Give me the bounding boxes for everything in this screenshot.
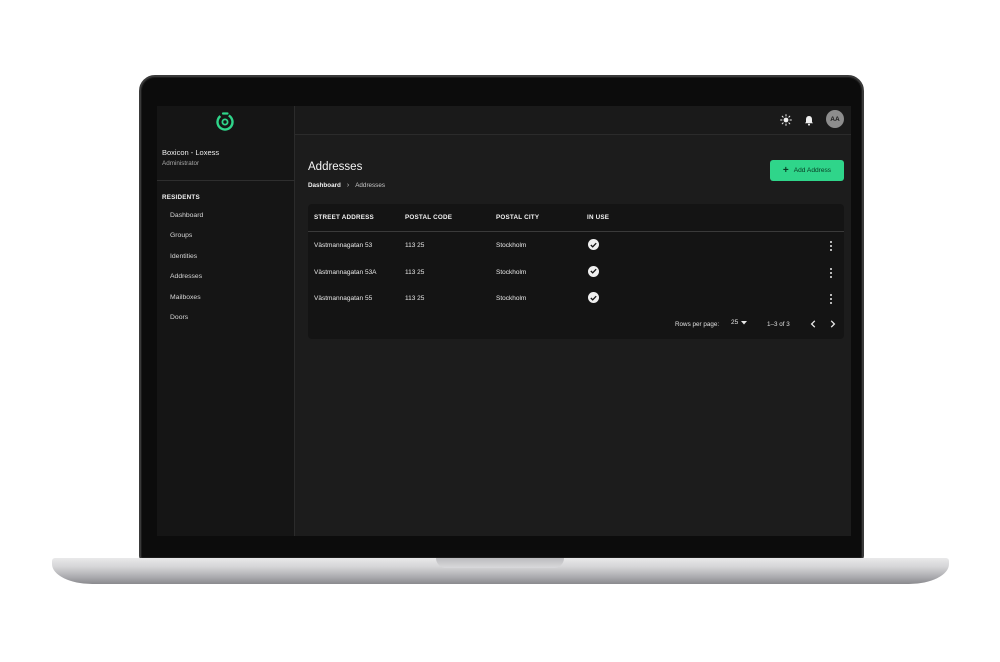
avatar[interactable]: AA [826,110,844,128]
plus-icon: + [782,164,789,176]
column-header-postal-city[interactable]: POSTAL CITY [496,214,539,221]
more-vert-icon[interactable] [827,267,835,279]
check-circle-icon [588,239,599,250]
cell-postal-city: Stockholm [496,268,527,276]
sidebar-item-identities[interactable]: Identities [157,246,295,267]
sidebar-divider [157,180,295,181]
table-row[interactable]: Västmannagatan 55 113 25 Stockholm [308,286,844,313]
chevron-right-icon[interactable] [827,318,839,330]
sun-icon[interactable] [779,113,793,127]
cell-postal-code: 113 25 [405,268,425,276]
cell-street: Västmannagatan 55 [314,295,373,302]
sidebar-item-dashboard[interactable]: Dashboard [157,205,295,226]
sidebar-item-mailboxes[interactable]: Mailboxes [157,287,295,308]
sidebar: Boxicon - Loxess Administrator RESIDENTS… [157,106,295,536]
rows-per-page-select[interactable]: 25 [731,319,748,326]
cell-postal-city: Stockholm [496,295,527,302]
caret-down-icon [741,320,748,324]
check-circle-icon [588,292,599,303]
cell-postal-code: 113 25 [405,242,425,249]
add-address-label: Add Address [793,167,832,174]
breadcrumb-current: Addresses [355,182,385,189]
column-header-street[interactable]: STREET ADDRESS [314,214,374,221]
pagination-range: 1–3 of 3 [767,321,790,328]
laptop-notch [436,558,564,568]
cell-street: Västmannagatan 53A [314,268,377,276]
cell-postal-code: 113 25 [405,295,425,302]
rows-per-page-value: 25 [731,319,739,326]
chevron-left-icon[interactable] [807,318,819,330]
cell-street: Västmannagatan 53 [314,242,373,249]
check-circle-icon [588,265,599,277]
table-header: STREET ADDRESS POSTAL CODE POSTAL CITY I… [308,204,844,232]
table-row[interactable]: Västmannagatan 53 113 25 Stockholm [308,233,844,260]
app-screen: Boxicon - Loxess Administrator RESIDENTS… [157,106,851,536]
sidebar-nav: Dashboard Groups Identities Addresses Ma… [157,205,295,328]
add-address-button[interactable]: + Add Address [770,160,844,181]
sidebar-item-addresses[interactable]: Addresses [157,267,295,288]
logo-icon [216,112,234,131]
sidebar-item-groups[interactable]: Groups [157,226,295,247]
breadcrumb-dashboard-link[interactable]: Dashboard [308,182,341,189]
page-title: Addresses [308,161,363,173]
chevron-right-icon: › [346,182,350,189]
top-bar: AA [295,106,851,135]
sidebar-item-doors[interactable]: Doors [157,308,295,329]
more-vert-icon[interactable] [827,240,835,252]
org-name: Boxicon - Loxess [162,148,220,157]
breadcrumb: Dashboard › Addresses [308,182,385,189]
cell-postal-city: Stockholm [496,242,527,249]
org-role: Administrator [162,160,200,167]
sidebar-section-title: RESIDENTS [162,194,200,201]
bell-icon[interactable] [802,113,816,127]
rows-per-page-label: Rows per page: [675,321,720,328]
column-header-in-use[interactable]: IN USE [587,214,609,221]
column-header-postal-code[interactable]: POSTAL CODE [405,214,452,221]
table-row[interactable]: Västmannagatan 53A 113 25 Stockholm [308,260,844,287]
more-vert-icon[interactable] [827,293,835,305]
addresses-table: STREET ADDRESS POSTAL CODE POSTAL CITY I… [308,204,844,339]
